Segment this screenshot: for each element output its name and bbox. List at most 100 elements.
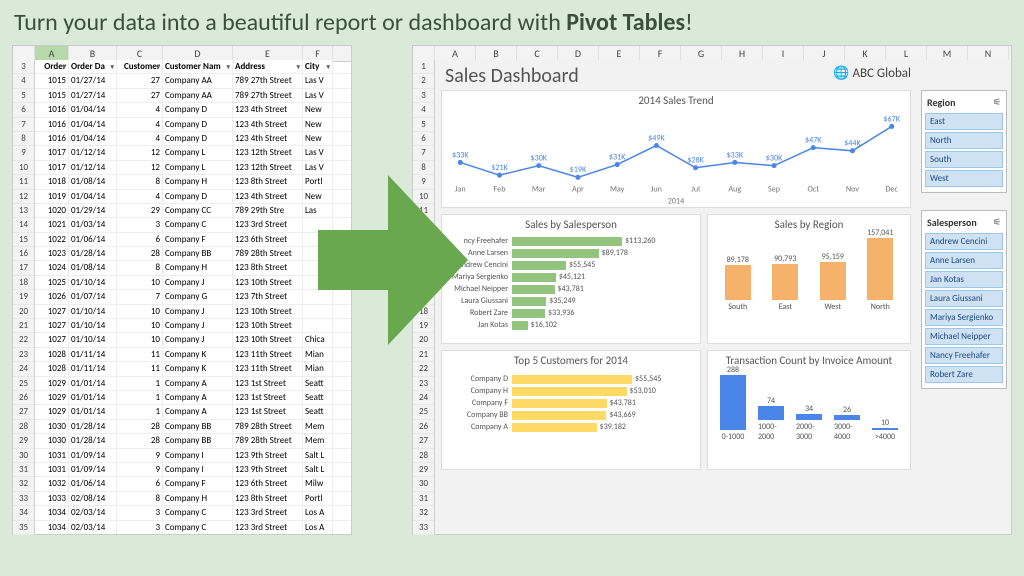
svg-text:$30K: $30K: [530, 154, 547, 164]
svg-text:$47K: $47K: [805, 136, 822, 146]
slicer-item[interactable]: Andrew Cencini: [925, 233, 1003, 250]
table-row[interactable]: 101601/04/144Company D123 4th StreetNew: [35, 132, 351, 146]
slicer-item[interactable]: North: [925, 132, 1003, 149]
bar-row[interactable]: Company A$39,182: [446, 422, 696, 432]
bar-column[interactable]: 263000-4000: [834, 405, 860, 442]
table-row[interactable]: 102901/01/141Company A123 1st StreetSeat…: [35, 391, 351, 405]
table-row[interactable]: 102201/06/146Company F123 6th Street: [35, 233, 351, 247]
brand-label: ABC Global: [833, 66, 911, 81]
table-row[interactable]: 103201/06/146Company F123 6th StreetMilw: [35, 477, 351, 491]
svg-text:$67K: $67K: [883, 114, 900, 124]
customers-title: Top 5 Customers for 2014: [442, 351, 700, 370]
svg-text:$33K: $33K: [452, 150, 469, 160]
bar-row[interactable]: Company BB$43,669: [446, 410, 696, 420]
dashboard-title: Sales Dashboard: [445, 64, 579, 88]
table-row[interactable]: 103402/03/143Company C123 3rd StreetLos …: [35, 506, 351, 520]
table-row[interactable]: 102701/10/1410Company J123 10th StreetCh…: [35, 333, 351, 347]
table-row[interactable]: 101601/04/144Company D123 4th StreetNew: [35, 118, 351, 132]
bar-row[interactable]: Jan Kotas$16,102: [446, 320, 696, 330]
bar-row[interactable]: ncy Freehafer$113,260: [446, 236, 696, 246]
trend-title: 2014 Sales Trend: [442, 91, 910, 110]
bar-column[interactable]: 2880-1000: [720, 365, 746, 442]
svg-text:Nov: Nov: [846, 185, 859, 195]
slicer-item[interactable]: Michael Neipper: [925, 328, 1003, 345]
bar-row[interactable]: Robert Zare$33,936: [446, 308, 696, 318]
table-row[interactable]: 102601/07/147Company G123 7th Street: [35, 290, 351, 304]
svg-text:May: May: [610, 185, 625, 195]
bar-row[interactable]: Mariya Sergienko$45,121: [446, 272, 696, 282]
salesperson-bars[interactable]: ncy Freehafer$113,260 Anne Larsen$89,178 A…: [442, 236, 700, 330]
salesperson-slicer[interactable]: Salesperson Andrew Cencini Anne Larsen Jan…: [921, 210, 1007, 389]
slicer-item[interactable]: South: [925, 151, 1003, 168]
svg-text:$28K: $28K: [687, 156, 704, 166]
table-row[interactable]: 101901/04/144Company D123 4th StreetNew: [35, 190, 351, 204]
slicer-item[interactable]: Nancy Freehafer: [925, 347, 1003, 364]
customers-bars[interactable]: Company D$55,545 Company H$53,010 Company …: [442, 370, 700, 436]
bar-row[interactable]: Company H$53,010: [446, 386, 696, 396]
table-row[interactable]: 102701/10/1410Company J123 10th Street: [35, 305, 351, 319]
table-row[interactable]: 101501/27/1427Company AA789 27th StreetL…: [35, 74, 351, 88]
table-row[interactable]: 102901/01/141Company A123 1st StreetSeat…: [35, 405, 351, 419]
raw-data-sheet: ABCDEF 345678910111213141516171819202122…: [12, 45, 352, 535]
table-row[interactable]: 102501/10/1410Company J123 10th Street: [35, 276, 351, 290]
svg-text:$44K: $44K: [844, 139, 861, 149]
data-grid[interactable]: OrderOrder DaCustomerCustomer NamAddress…: [35, 60, 351, 534]
table-row[interactable]: 103001/28/1428Company BB789 28th StreetM…: [35, 434, 351, 448]
dashboard: Sales Dashboard ABC Global 2014 Sales Tr…: [435, 60, 1011, 534]
bar-row[interactable]: Anne Larsen$89,178: [446, 248, 696, 258]
region-chart-card: Sales by Region 89,178South90,793East95,…: [707, 214, 911, 344]
bar-column[interactable]: 95,159West: [820, 252, 846, 312]
svg-text:$21K: $21K: [491, 163, 508, 173]
page-header: Turn your data into a beautiful report o…: [0, 0, 1024, 45]
salesperson-slicer-title: Salesperson: [925, 214, 1003, 231]
row-headers: 3456789101112131415161718192021222324252…: [13, 60, 35, 534]
table-row[interactable]: 102901/01/141Company A123 1st StreetSeat…: [35, 377, 351, 391]
region-slicer[interactable]: Region EastNorthSouthWest: [921, 90, 1007, 193]
bar-row[interactable]: Company F$43,781: [446, 398, 696, 408]
table-row[interactable]: 102001/29/1429Company CC789 29th StreLas: [35, 204, 351, 218]
arrow-graphic: [318, 175, 468, 345]
bar-column[interactable]: 10>4000: [872, 418, 898, 442]
slicer-item[interactable]: East: [925, 113, 1003, 130]
table-row[interactable]: 102101/03/143Company C123 3rd Street: [35, 218, 351, 232]
table-row[interactable]: 101601/04/144Company D123 4th StreetNew: [35, 103, 351, 117]
salesperson-chart-card: Sales by Salesperson ncy Freehafer$113,2…: [441, 214, 701, 344]
region-bars[interactable]: 89,178South90,793East95,159West157,041No…: [708, 234, 910, 312]
bar-row[interactable]: Laura Giussani$35,249: [446, 296, 696, 306]
table-row[interactable]: 103302/08/148Company H123 8th StreetPort…: [35, 492, 351, 506]
slicer-item[interactable]: West: [925, 170, 1003, 187]
trend-chart[interactable]: $33K$21K$30K$19K$31K$49K$28K$33K$30K$47K…: [442, 110, 910, 210]
svg-text:Oct: Oct: [807, 185, 819, 195]
bar-row[interactable]: Company D$55,545: [446, 374, 696, 384]
bar-column[interactable]: 89,178South: [725, 255, 751, 312]
transactions-bars[interactable]: 2880-1000741000-2000342000-3000263000-40…: [708, 370, 910, 442]
table-row[interactable]: 102401/08/148Company H123 8th Street: [35, 261, 351, 275]
bar-row[interactable]: Michael Neipper$43,781: [446, 284, 696, 294]
table-row[interactable]: 102701/10/1410Company J123 10th Street: [35, 319, 351, 333]
bar-column[interactable]: 90,793East: [772, 254, 798, 312]
table-row[interactable]: 102801/11/1411Company K123 11th StreetMi…: [35, 348, 351, 362]
table-row[interactable]: 103001/28/1428Company BB789 28th StreetM…: [35, 420, 351, 434]
customers-chart-card: Top 5 Customers for 2014 Company D$55,54…: [441, 350, 701, 470]
slicer-item[interactable]: Laura Giussani: [925, 290, 1003, 307]
table-row[interactable]: 101501/27/1427Company AA789 27th StreetL…: [35, 89, 351, 103]
table-row[interactable]: 102301/28/1428Company BB789 28th Street: [35, 247, 351, 261]
table-row[interactable]: 103101/09/149Company I123 9th StreetSalt…: [35, 463, 351, 477]
bar-column[interactable]: 342000-3000: [796, 404, 822, 442]
table-row[interactable]: 101701/12/1412Company L123 12th StreetLa…: [35, 161, 351, 175]
slicer-item[interactable]: Mariya Sergienko: [925, 309, 1003, 326]
dashboard-sheet: ABCDEFGHIJKLMN 1234567891011121314151617…: [412, 45, 1012, 535]
table-row[interactable]: 101701/12/1412Company L123 12th StreetLa…: [35, 146, 351, 160]
table-row[interactable]: 101801/08/148Company H123 8th StreetPort…: [35, 175, 351, 189]
bar-column[interactable]: 157,041North: [867, 228, 893, 312]
table-row[interactable]: 103402/03/143Company C123 3rd StreetLos …: [35, 521, 351, 535]
trend-chart-card: 2014 Sales Trend $33K$21K$30K$19K$31K$49…: [441, 90, 911, 208]
bar-row[interactable]: Andrew Cencini$55,545: [446, 260, 696, 270]
table-row[interactable]: 103101/09/149Company I123 9th StreetSalt…: [35, 449, 351, 463]
slicer-item[interactable]: Robert Zare: [925, 366, 1003, 383]
svg-text:$33K: $33K: [727, 150, 744, 160]
slicer-item[interactable]: Anne Larsen: [925, 252, 1003, 269]
bar-column[interactable]: 741000-2000: [758, 396, 784, 442]
table-row[interactable]: 102801/11/1411Company K123 11th StreetMi…: [35, 362, 351, 376]
slicer-item[interactable]: Jan Kotas: [925, 271, 1003, 288]
